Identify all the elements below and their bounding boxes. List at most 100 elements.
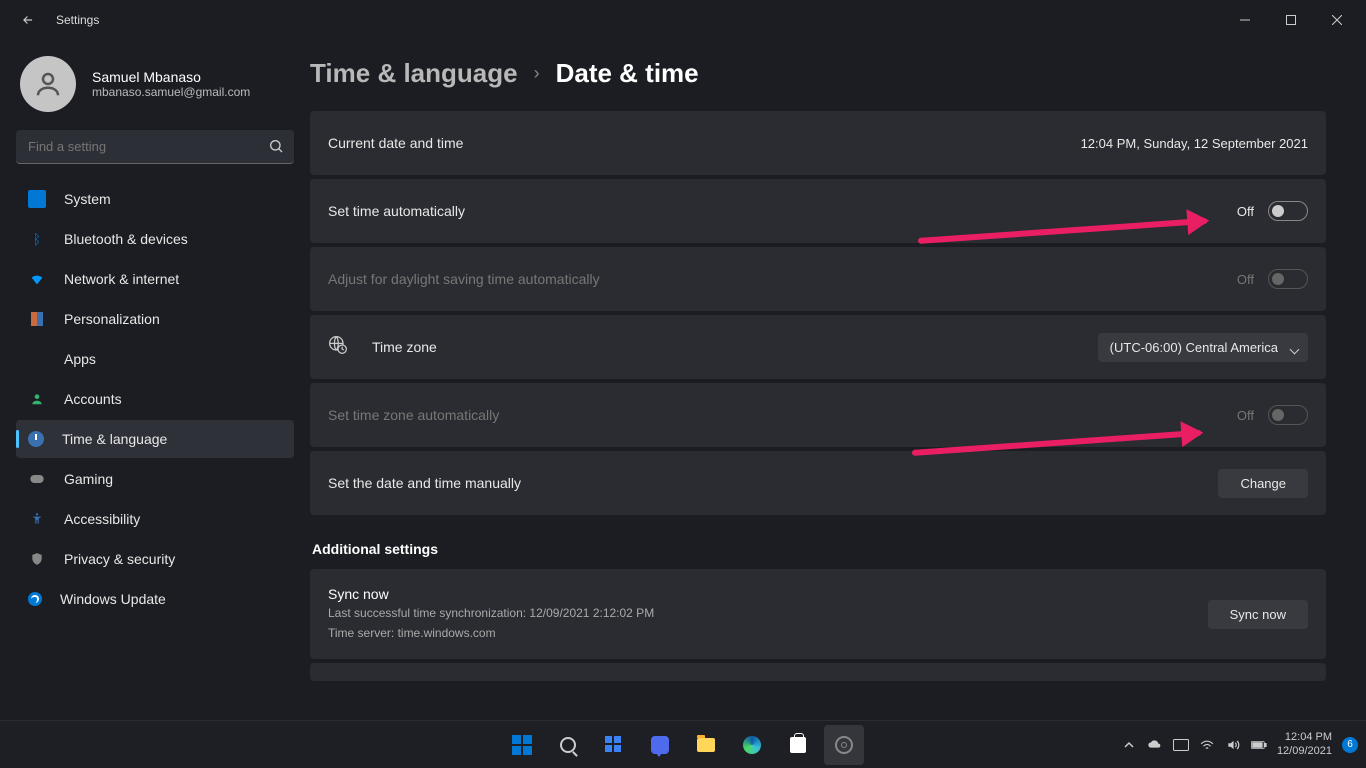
wifi-icon[interactable] bbox=[1199, 738, 1215, 752]
setting-label: Set time automatically bbox=[328, 203, 465, 219]
system-tray[interactable]: 12:04 PM 12/09/2021 6 bbox=[1121, 731, 1358, 757]
auto-timezone-toggle bbox=[1268, 405, 1308, 425]
sync-last-success: Last successful time synchronization: 12… bbox=[328, 604, 654, 622]
breadcrumb-parent[interactable]: Time & language bbox=[310, 58, 518, 89]
notification-badge[interactable]: 6 bbox=[1342, 737, 1358, 753]
setting-current-datetime: Current date and time 12:04 PM, Sunday, … bbox=[310, 111, 1326, 175]
setting-auto-time: Set time automatically Off bbox=[310, 179, 1326, 243]
sidebar-item-accounts[interactable]: Accounts bbox=[16, 380, 294, 418]
setting-label: Current date and time bbox=[328, 135, 463, 151]
minimize-button[interactable] bbox=[1222, 4, 1268, 36]
profile-name: Samuel Mbanaso bbox=[92, 69, 250, 85]
toggle-state: Off bbox=[1237, 204, 1254, 219]
sidebar-item-personalization[interactable]: Personalization bbox=[16, 300, 294, 338]
task-view-button[interactable] bbox=[594, 725, 634, 765]
page-title: Date & time bbox=[556, 58, 699, 89]
sidebar-item-label: Personalization bbox=[64, 311, 160, 327]
sidebar-item-label: Windows Update bbox=[60, 591, 166, 607]
back-button[interactable] bbox=[20, 12, 36, 28]
update-icon bbox=[28, 592, 42, 606]
main-panel: Time & language › Date & time Current da… bbox=[310, 40, 1366, 720]
sidebar-item-time-language[interactable]: Time & language bbox=[16, 420, 294, 458]
sync-title: Sync now bbox=[328, 586, 654, 602]
input-icon[interactable] bbox=[1173, 738, 1189, 752]
search-input[interactable] bbox=[16, 130, 294, 164]
wifi-icon bbox=[28, 270, 46, 288]
file-explorer-button[interactable] bbox=[686, 725, 726, 765]
sidebar-item-privacy[interactable]: Privacy & security bbox=[16, 540, 294, 578]
taskbar-date: 12/09/2021 bbox=[1277, 745, 1332, 758]
timezone-value: (UTC-06:00) Central America bbox=[1110, 340, 1278, 355]
setting-sync-now: Sync now Last successful time synchroniz… bbox=[310, 569, 1326, 659]
profile-email: mbanaso.samuel@gmail.com bbox=[92, 85, 250, 99]
sidebar-item-label: Time & language bbox=[62, 431, 167, 447]
sidebar-item-bluetooth[interactable]: ᛒBluetooth & devices bbox=[16, 220, 294, 258]
gear-icon bbox=[835, 736, 853, 754]
search-box[interactable] bbox=[16, 130, 294, 164]
setting-label: Time zone bbox=[372, 339, 437, 355]
setting-manual-datetime: Set the date and time manually Change bbox=[310, 451, 1326, 515]
toggle-state: Off bbox=[1237, 272, 1254, 287]
taskbar-clock[interactable]: 12:04 PM 12/09/2021 bbox=[1277, 731, 1332, 757]
onedrive-icon[interactable] bbox=[1147, 738, 1163, 752]
sidebar-item-network[interactable]: Network & internet bbox=[16, 260, 294, 298]
accessibility-icon bbox=[28, 510, 46, 528]
sync-server: Time server: time.windows.com bbox=[328, 624, 654, 642]
store-button[interactable] bbox=[778, 725, 818, 765]
change-button[interactable]: Change bbox=[1218, 469, 1308, 498]
sidebar-item-label: Gaming bbox=[64, 471, 113, 487]
setting-dst: Adjust for daylight saving time automati… bbox=[310, 247, 1326, 311]
setting-timezone: Time zone (UTC-06:00) Central America bbox=[310, 315, 1326, 379]
dst-toggle bbox=[1268, 269, 1308, 289]
sidebar-item-gaming[interactable]: Gaming bbox=[16, 460, 294, 498]
sidebar-item-accessibility[interactable]: Accessibility bbox=[16, 500, 294, 538]
windows-logo-icon bbox=[512, 735, 532, 755]
titlebar: Settings bbox=[0, 0, 1366, 40]
sidebar-item-label: Accessibility bbox=[64, 511, 140, 527]
sidebar-item-label: Bluetooth & devices bbox=[64, 231, 188, 247]
start-button[interactable] bbox=[502, 725, 542, 765]
settings-taskbar-button[interactable] bbox=[824, 725, 864, 765]
chat-button[interactable] bbox=[640, 725, 680, 765]
sidebar-item-system[interactable]: System bbox=[16, 180, 294, 218]
chevron-up-icon[interactable] bbox=[1121, 738, 1137, 752]
sidebar-item-apps[interactable]: Apps bbox=[16, 340, 294, 378]
sidebar: Samuel Mbanaso mbanaso.samuel@gmail.com … bbox=[0, 40, 310, 720]
store-icon bbox=[790, 737, 806, 753]
clock-icon bbox=[28, 431, 44, 447]
setting-row-cutoff bbox=[310, 663, 1326, 681]
sidebar-item-label: Accounts bbox=[64, 391, 122, 407]
profile-block[interactable]: Samuel Mbanaso mbanaso.samuel@gmail.com bbox=[20, 56, 294, 112]
sidebar-item-label: Apps bbox=[64, 351, 96, 367]
breadcrumb: Time & language › Date & time bbox=[310, 58, 1326, 89]
search-icon bbox=[560, 737, 576, 753]
avatar bbox=[20, 56, 76, 112]
chevron-right-icon: › bbox=[534, 63, 540, 84]
section-header-additional: Additional settings bbox=[312, 541, 1326, 557]
shield-icon bbox=[28, 550, 46, 568]
sidebar-item-label: Privacy & security bbox=[64, 551, 175, 567]
person-icon bbox=[28, 390, 46, 408]
setting-label: Set the date and time manually bbox=[328, 475, 521, 491]
sync-now-button[interactable]: Sync now bbox=[1208, 600, 1308, 629]
task-view-icon bbox=[605, 736, 623, 754]
taskbar-search-button[interactable] bbox=[548, 725, 588, 765]
apps-icon bbox=[28, 350, 46, 368]
taskbar-time: 12:04 PM bbox=[1277, 731, 1332, 744]
volume-icon[interactable] bbox=[1225, 738, 1241, 752]
brush-icon bbox=[28, 310, 46, 328]
timezone-select[interactable]: (UTC-06:00) Central America bbox=[1098, 333, 1308, 362]
sidebar-item-windows-update[interactable]: Windows Update bbox=[16, 580, 294, 618]
auto-time-toggle[interactable] bbox=[1268, 201, 1308, 221]
folder-icon bbox=[697, 738, 715, 752]
battery-icon[interactable] bbox=[1251, 738, 1267, 752]
current-datetime-value: 12:04 PM, Sunday, 12 September 2021 bbox=[1081, 136, 1308, 151]
gamepad-icon bbox=[28, 470, 46, 488]
edge-button[interactable] bbox=[732, 725, 772, 765]
system-icon bbox=[28, 190, 46, 208]
maximize-button[interactable] bbox=[1268, 4, 1314, 36]
close-button[interactable] bbox=[1314, 4, 1360, 36]
sidebar-item-label: System bbox=[64, 191, 111, 207]
toggle-state: Off bbox=[1237, 408, 1254, 423]
globe-icon bbox=[328, 335, 348, 360]
